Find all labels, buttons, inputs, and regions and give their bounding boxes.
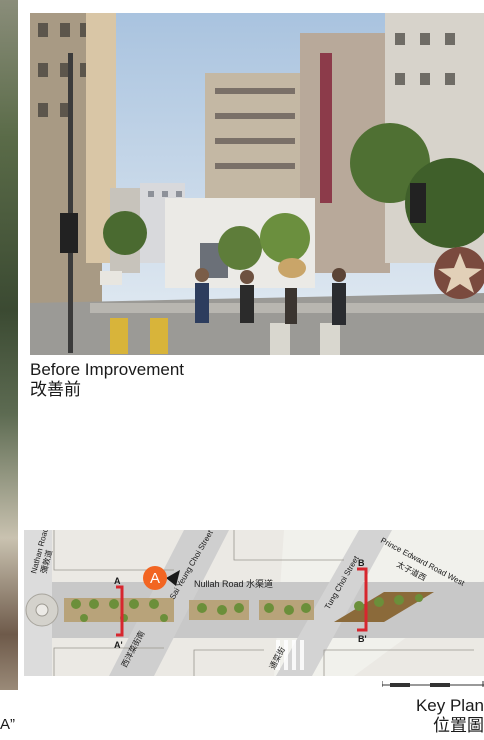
key-plan-english: Key Plan bbox=[415, 696, 484, 715]
left-page-caption-fragment: A” bbox=[0, 716, 15, 733]
left-page-photo-fragment bbox=[0, 0, 22, 690]
before-improvement-photo bbox=[30, 13, 484, 355]
key-plan-map: A Nullah Road 水渠道 A A' B B' Sai Yeung Ch… bbox=[24, 530, 484, 676]
key-plan-caption: Key Plan 位置圖 bbox=[416, 696, 484, 736]
label-nullah-road: Nullah Road 水渠道 bbox=[194, 578, 273, 589]
scale-bar bbox=[382, 681, 484, 687]
caption-chinese: 改善前 bbox=[30, 380, 81, 399]
key-plan-chinese: 位置圖 bbox=[433, 716, 484, 735]
map-marker-a: A bbox=[150, 570, 160, 587]
label-section-a-top: A bbox=[114, 576, 121, 586]
label-section-b-bottom: B' bbox=[358, 634, 367, 644]
before-improvement-caption: Before Improvement 改善前 bbox=[30, 360, 184, 400]
caption-english: Before Improvement bbox=[30, 360, 185, 379]
label-section-a-bottom: A' bbox=[114, 640, 123, 650]
